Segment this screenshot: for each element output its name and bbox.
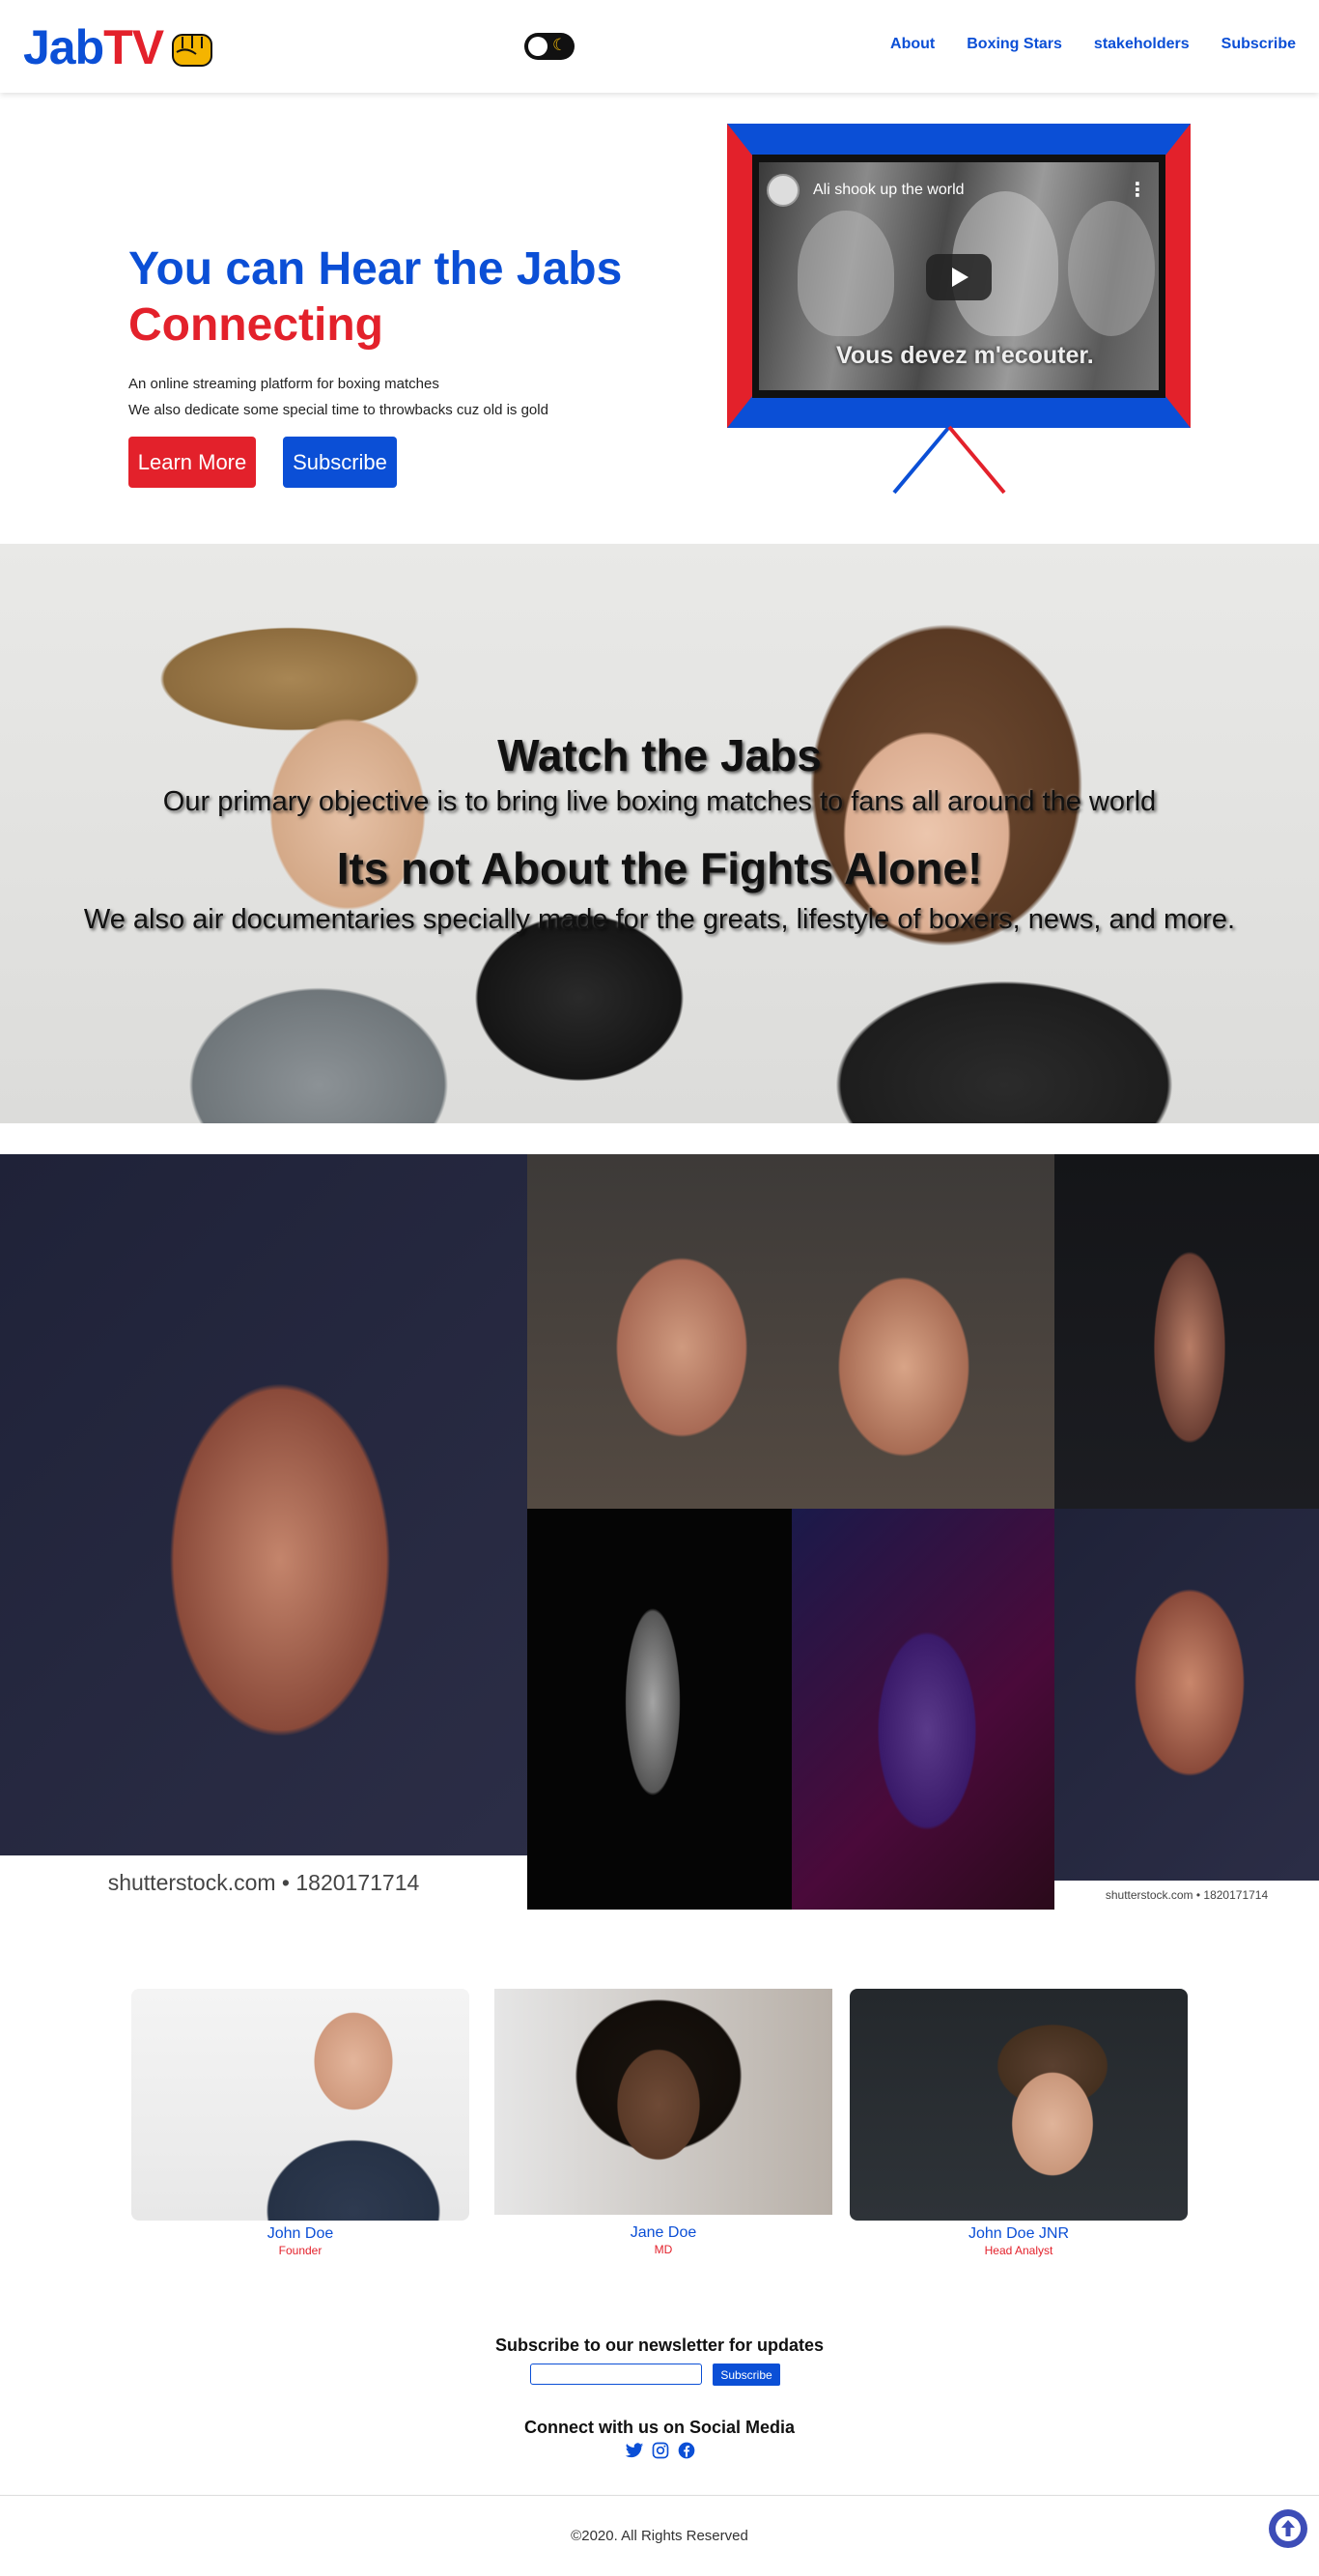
play-icon[interactable]	[926, 254, 992, 300]
fist-icon	[172, 34, 213, 67]
scroll-to-top-button[interactable]	[1269, 2509, 1307, 2548]
newsletter-email-input[interactable]	[530, 2364, 702, 2385]
twitter-icon[interactable]	[625, 2441, 644, 2460]
watermark: shutterstock.com • 1820171714	[0, 1855, 527, 1910]
social-icons	[625, 2441, 696, 2460]
gallery-image-boxer-portrait[interactable]: shutterstock.com • 1820171714	[0, 1154, 527, 1910]
banner-title-fights: Its not About the Fights Alone!	[336, 843, 983, 893]
hero-subscribe-button[interactable]: Subscribe	[283, 437, 397, 488]
more-options-icon[interactable]: ⋮	[1128, 178, 1147, 202]
team-card: John Doe JNR Head Analyst	[850, 1989, 1188, 2257]
hero-heading-line2: Connecting	[128, 299, 383, 351]
team-name: Jane Doe	[630, 2224, 697, 2241]
toggle-knob	[528, 37, 547, 56]
watermark: shutterstock.com • 1820171714	[1054, 1881, 1319, 1910]
easel-stand	[892, 425, 1006, 495]
gallery-image-boxer-guard[interactable]	[792, 1509, 1054, 1910]
nav-link-about[interactable]: About	[890, 36, 935, 53]
youtube-video-player[interactable]: Ali shook up the world ⋮ Vous devez m'ec…	[759, 162, 1159, 390]
banner-title-watch: Watch the Jabs	[497, 730, 822, 780]
channel-avatar[interactable]	[767, 174, 800, 207]
newsletter-title: Subscribe to our newsletter for updates	[494, 2335, 825, 2355]
social-title: Connect with us on Social Media	[523, 2418, 796, 2437]
newsletter-subscribe-button[interactable]: Subscribe	[713, 2364, 780, 2386]
video-title[interactable]: Ali shook up the world	[813, 182, 965, 199]
learn-more-button[interactable]: Learn More	[128, 437, 256, 488]
video-thumbnail-figure	[798, 211, 894, 336]
logo[interactable]: Jab TV	[23, 19, 217, 75]
team-role: Head Analyst	[984, 2244, 1053, 2257]
gallery-image-boxer-small[interactable]: shutterstock.com • 1820171714	[1054, 1509, 1319, 1910]
team-card: Jane Doe MD	[494, 1989, 832, 2256]
team-role: Founder	[278, 2244, 323, 2257]
team-name: John Doe	[267, 2225, 334, 2242]
hero-description: An online streaming platform for boxing …	[128, 371, 548, 423]
nav-link-boxing-stars[interactable]: Boxing Stars	[967, 36, 1062, 53]
team-photo	[850, 1989, 1188, 2221]
hero-heading-line1: You can Hear the Jabs	[128, 243, 623, 295]
nav-link-subscribe[interactable]: Subscribe	[1221, 36, 1296, 53]
team-photo	[494, 1989, 832, 2215]
logo-tv: TV	[103, 20, 164, 74]
gallery-image-kick[interactable]	[527, 1509, 792, 1910]
team-card: John Doe Founder	[131, 1989, 469, 2257]
hero-description-line2: We also dedicate some special time to th…	[128, 402, 548, 418]
hero-banner: Watch the Jabs Our primary objective is …	[0, 544, 1319, 1123]
instagram-icon[interactable]	[651, 2441, 670, 2460]
copyright: ©2020. All Rights Reserved	[571, 2528, 748, 2544]
boxing-stars-gallery: shutterstock.com • 1820171714 shuttersto…	[0, 1154, 1319, 1910]
hero-heading: You can Hear the Jabs Connecting	[128, 241, 622, 354]
nav-links: About Boxing Stars stakeholders Subscrib…	[890, 36, 1296, 53]
nav-link-stakeholders[interactable]: stakeholders	[1094, 36, 1190, 53]
hero-description-line1: An online streaming platform for boxing …	[128, 376, 439, 392]
gallery-image-sparring[interactable]	[527, 1154, 1054, 1509]
team-name: John Doe JNR	[968, 2225, 1070, 2242]
top-nav: Jab TV ☾ About Boxing Stars stakeholders…	[0, 0, 1319, 93]
team-role: MD	[654, 2243, 673, 2256]
video-thumbnail-figure	[1068, 201, 1155, 336]
arrow-up-icon	[1276, 2516, 1301, 2541]
banner-text-objective: Our primary objective is to bring live b…	[162, 786, 1157, 817]
moon-icon: ☾	[552, 36, 568, 54]
logo-jab: Jab	[23, 20, 104, 74]
video-caption: Vous devez m'ecouter.	[836, 342, 1094, 369]
facebook-icon[interactable]	[677, 2441, 696, 2460]
banner-text-documentaries: We also air documentaries specially made…	[83, 904, 1236, 935]
dark-mode-toggle[interactable]: ☾	[524, 33, 575, 60]
team-photo	[131, 1989, 469, 2221]
gallery-image-boxer-side[interactable]	[1054, 1154, 1319, 1509]
footer-divider	[0, 2495, 1319, 2496]
